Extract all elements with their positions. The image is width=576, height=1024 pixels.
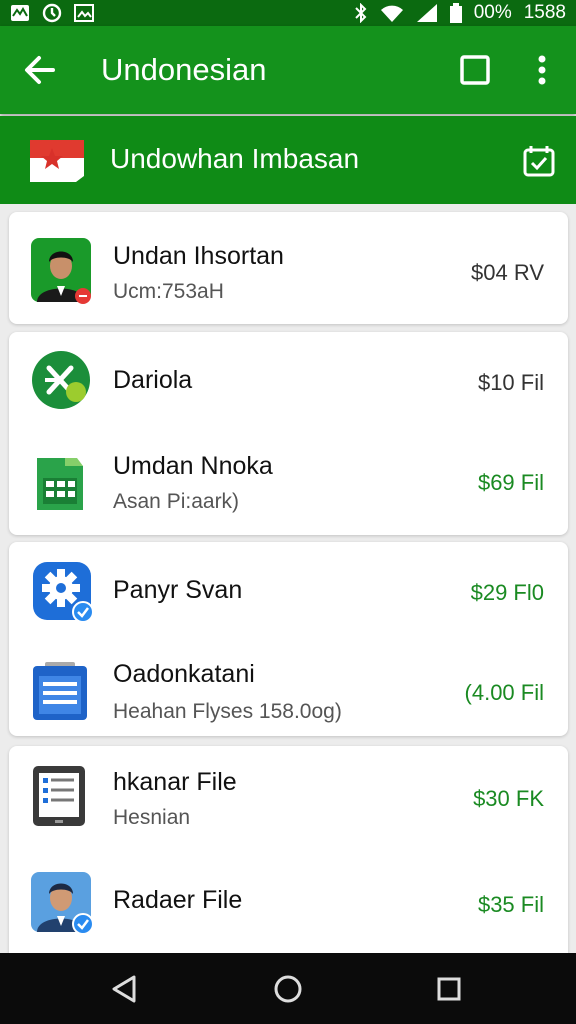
list-item[interactable]: Umdan Nnoka Asan Pi:aark) $69 Fil — [9, 432, 568, 542]
calendar-check-icon[interactable] — [522, 144, 556, 178]
item-name: Undan Ihsortan — [113, 242, 284, 270]
item-price: $04 RV — [471, 260, 544, 285]
spreadsheet-icon — [31, 452, 91, 512]
item-name: hkanar File — [113, 768, 237, 796]
item-subtitle: Hesnian — [113, 806, 191, 829]
item-name: Panyr Svan — [113, 576, 243, 604]
item-subtitle: Heahan Flyses 158.0og) — [113, 700, 342, 723]
list-item[interactable]: hkanar File Hesnian $30 FK — [9, 746, 568, 856]
status-time: 1588 — [523, 2, 566, 23]
list-item[interactable]: Oadonkatani Heahan Flyses 158.0og) (4.00… — [9, 638, 568, 748]
item-name: Oadonkatani — [113, 660, 255, 688]
item-price: $10 Fil — [477, 370, 544, 395]
wifi-icon — [380, 3, 404, 23]
recents-square-icon[interactable] — [431, 971, 467, 1007]
item-price: $35 Fil — [477, 892, 544, 917]
status-bar: 00% 1588 — [0, 0, 576, 26]
card: Panyr Svan $29 Fl0 Oadonkatani Heahan Fl… — [9, 542, 568, 736]
item-name: Dariola — [113, 366, 193, 394]
document-clipboard-icon — [31, 660, 91, 720]
card: hkanar File Hesnian $30 FK Radaer File $… — [9, 746, 568, 966]
photo-icon — [74, 4, 94, 22]
item-price: $30 FK — [473, 786, 544, 811]
item-name: Radaer File — [113, 886, 243, 914]
sub-header-label: Undowhan Imbasan — [110, 143, 360, 174]
excel-app-icon — [31, 350, 91, 410]
item-price: (4.00 Fil — [464, 680, 544, 705]
item-name: Umdan Nnoka — [113, 452, 273, 480]
app-bar: Undonesian — [0, 26, 576, 114]
item-price: $69 Fil — [477, 470, 544, 495]
sync-icon — [42, 3, 62, 23]
item-price: $29 Fl0 — [470, 580, 544, 605]
battery-percent: 00% — [473, 2, 512, 23]
message-icon — [10, 4, 30, 22]
item-subtitle: Asan Pi:aark) — [113, 490, 240, 513]
square-icon[interactable] — [455, 50, 495, 90]
sub-header[interactable]: Undowhan Imbasan — [0, 116, 576, 204]
bluetooth-icon — [354, 3, 368, 23]
tablet-icon — [31, 764, 91, 826]
home-circle-icon[interactable] — [270, 971, 306, 1007]
person-avatar-verified-icon — [31, 872, 94, 935]
battery-icon — [449, 3, 462, 23]
page-title: Undonesian — [101, 52, 267, 87]
more-vert-icon[interactable] — [522, 50, 562, 90]
back-arrow-icon[interactable] — [20, 50, 60, 90]
back-triangle-icon[interactable] — [106, 971, 142, 1007]
signal-icon — [416, 3, 438, 23]
list-item[interactable]: Radaer File $35 Fil — [9, 856, 568, 966]
flag-icon — [28, 136, 86, 184]
list-item[interactable]: Undan Ihsortan Ucm:753aH $04 RV — [9, 212, 568, 322]
card: Undan Ihsortan Ucm:753aH $04 RV — [9, 212, 568, 324]
card: Dariola $10 Fil Umdan Nnoka Asan Pi:aark… — [9, 332, 568, 535]
list-item[interactable]: Dariola $10 Fil — [9, 332, 568, 442]
list-item[interactable]: Panyr Svan $29 Fl0 — [9, 542, 568, 652]
person-avatar-icon — [31, 238, 91, 304]
system-nav-bar — [0, 953, 576, 1024]
settings-gear-icon — [31, 560, 94, 623]
item-subtitle: Ucm:753aH — [113, 280, 224, 303]
